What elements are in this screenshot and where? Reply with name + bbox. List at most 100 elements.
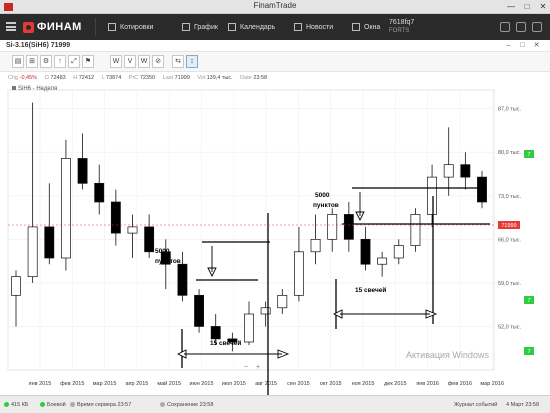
save-icon	[160, 402, 165, 407]
x-tick-label: дек 2015	[384, 381, 406, 387]
candle-body[interactable]	[11, 276, 21, 296]
annotation-left-points: 5000	[155, 248, 170, 255]
chart-tool-button-1[interactable]: ⊞	[26, 55, 38, 68]
candle-body[interactable]	[393, 245, 404, 259]
volume-value: 139,4 тыс.	[206, 75, 233, 81]
settings-icon[interactable]	[500, 22, 510, 32]
candle-body[interactable]	[27, 226, 38, 278]
x-tick-label: ноя 2015	[352, 381, 375, 387]
chart-minimize-icon[interactable]: –	[504, 41, 513, 50]
help-icon[interactable]	[516, 22, 526, 32]
candle-body[interactable]	[277, 294, 288, 309]
news-icon	[294, 23, 302, 31]
quotes-icon	[108, 23, 116, 31]
x-tick-label: фев 2016	[448, 381, 472, 387]
y-tick-label: 87,0 тыс.	[498, 107, 521, 113]
zoom-out-button[interactable]: −	[244, 364, 248, 371]
low-label: L	[101, 75, 105, 81]
candle-body[interactable]	[194, 294, 204, 327]
status-bar: 415 КБ Боевой Время сервера 23:57 Сохран…	[0, 395, 550, 413]
chart-close-icon[interactable]: ✕	[532, 41, 541, 50]
toolbar-windows[interactable]: Окна	[352, 20, 380, 34]
chart-tool-button-0[interactable]: ▤	[12, 55, 24, 68]
candle-body[interactable]	[343, 214, 354, 240]
finamtrade-window: FinamTrade — □ ✕ ФИНАМ Котировки График …	[0, 0, 550, 413]
candle-body[interactable]	[477, 176, 487, 203]
candle-body[interactable]	[144, 226, 155, 253]
candle-body[interactable]	[44, 226, 55, 259]
status-server-time-value: 23:57	[117, 402, 132, 408]
price-badge-text: 7	[527, 152, 530, 158]
candle-body[interactable]	[210, 326, 221, 340]
chart-tool-button-11[interactable]: ↕	[186, 55, 198, 68]
candle-body[interactable]	[310, 238, 321, 253]
x-tick-label: июн 2015	[190, 381, 214, 387]
zoom-in-button[interactable]: +	[256, 364, 260, 371]
toolbar-calendar[interactable]: Календарь	[228, 20, 275, 34]
prev-close-value: 72350	[139, 75, 156, 81]
finam-logo-icon	[23, 21, 34, 33]
chart-tool-button-4[interactable]: ⤢	[68, 55, 80, 68]
chart-restore-icon[interactable]: □	[518, 41, 527, 50]
status-storage: Сохранение 23:58	[160, 402, 213, 408]
candle-body[interactable]	[327, 214, 338, 240]
window-title: FinamTrade	[253, 1, 297, 10]
candle-body[interactable]	[94, 182, 105, 203]
candle-body[interactable]	[377, 257, 388, 265]
toolbar-news[interactable]: Новости	[294, 20, 333, 34]
minimize-button[interactable]: —	[506, 2, 516, 12]
candle-body[interactable]	[294, 251, 304, 296]
maximize-button[interactable]: □	[522, 2, 532, 12]
account-info[interactable]: 7618fq7 FORTS	[389, 18, 414, 36]
high-value: 72412	[78, 75, 95, 81]
chart-tool-button-10[interactable]: ⇆	[172, 55, 184, 68]
hamburger-menu-icon[interactable]	[6, 22, 16, 31]
annotation-left-unit: пунктов	[155, 258, 181, 265]
annotation-right-unit: пунктов	[313, 202, 339, 209]
user-icon[interactable]	[532, 22, 542, 32]
close-button[interactable]: ✕	[538, 2, 548, 12]
chart-zoom-controls: − +	[240, 360, 264, 374]
candle-body[interactable]	[177, 263, 188, 296]
candle-body[interactable]	[127, 226, 138, 234]
y-tick-label: 80,0 тыс.	[498, 150, 521, 156]
candle-body[interactable]	[360, 238, 371, 265]
chart-tool-button-3[interactable]: ↑	[54, 55, 66, 68]
x-tick-label: фев 2015	[60, 381, 84, 387]
candle-body[interactable]	[260, 307, 271, 315]
watermark-title: Активация Windows	[406, 350, 489, 360]
chart-tool-button-7[interactable]: V	[124, 55, 136, 68]
annotation-left-candles: 15 свечей	[210, 339, 241, 347]
period-label-text: SiH6 - Неделя	[18, 86, 58, 92]
chart-tool-button-5[interactable]: ⚑	[82, 55, 94, 68]
x-tick-label: мар 2015	[93, 381, 117, 387]
price-chart[interactable]: 87,0 тыс. 80,0 тыс. 73,0 тыс. 66,0 тыс. 59,0…	[0, 84, 550, 395]
status-server-time: Время сервера 23:57	[70, 402, 131, 408]
annotation-right-candles: 15 свечей	[355, 286, 386, 294]
candle-body[interactable]	[61, 158, 71, 259]
candle-body[interactable]	[460, 164, 471, 178]
candle-body[interactable]	[410, 214, 421, 246]
calendar-icon	[228, 23, 236, 31]
annotation-right-points: 5000	[315, 192, 330, 199]
candle-body[interactable]	[244, 313, 254, 343]
x-tick-label: янв 2016	[416, 381, 439, 387]
candle-body[interactable]	[427, 176, 437, 215]
chart-symbol-title: Si-3.16(SiH6) 71999	[6, 42, 71, 49]
status-datetime: 4 Март 23:58	[506, 402, 540, 408]
chart-tool-button-2[interactable]: ⚙	[40, 55, 52, 68]
candle-body[interactable]	[443, 164, 454, 178]
toolbar-quotes[interactable]: Котировки	[108, 20, 153, 34]
price-badge-text: 7	[527, 349, 530, 355]
status-storage-time: 23:58	[199, 402, 214, 408]
price-badge-text: 71999	[501, 223, 516, 229]
chart-tool-button-6[interactable]: W	[110, 55, 122, 68]
candle-body[interactable]	[77, 158, 88, 184]
event-journal-link[interactable]: Журнал событий	[454, 402, 497, 408]
high-label: H	[73, 75, 78, 81]
toolbar-chart[interactable]: График	[182, 20, 218, 34]
windows-activation-watermark: Активация Windows	[406, 350, 489, 361]
chart-tool-button-8[interactable]: W	[138, 55, 150, 68]
candle-body[interactable]	[110, 201, 121, 234]
chart-tool-button-9[interactable]: ⊘	[152, 55, 164, 68]
